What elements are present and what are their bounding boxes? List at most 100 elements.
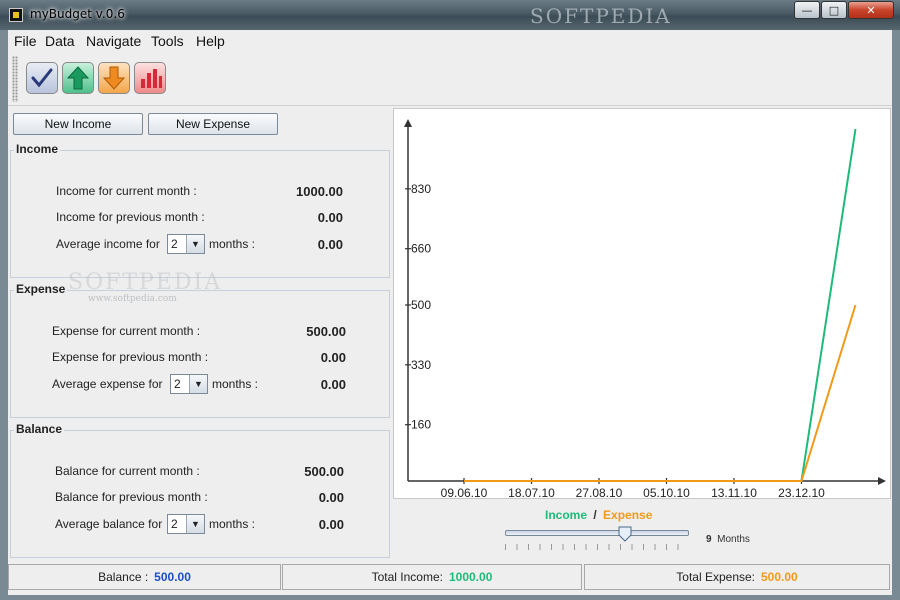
x-tick-label: 13.11.10 [711,486,757,498]
menu-navigate[interactable]: Navigate [86,33,141,49]
income-previous-value: 0.00 [317,210,343,225]
months-slider-thumb[interactable] [618,526,632,542]
minimize-button[interactable]: — [794,1,820,19]
legend-income: Income [545,508,588,522]
x-tick-label: 05.10.10 [643,486,690,498]
x-tick-label: 23.12.10 [778,486,825,498]
status-balance: Balance : 500.00 [8,564,281,590]
y-axis-arrow [404,119,412,127]
maximize-icon: □ [828,3,840,17]
bar-chart-icon [141,69,162,88]
chart-panel: 160 330 500 660 830 09.06.10 18.07.10 27.08.10 0… [393,108,891,500]
close-button[interactable]: ✕ [848,1,894,19]
series-line-income [464,128,857,482]
menu-file[interactable]: File [14,33,37,49]
expense-current-label: Expense for current month : [52,324,201,338]
y-tick-label: 160 [411,418,431,432]
status-expense-label: Total Expense: [676,570,755,584]
expense-average-value: 0.00 [320,377,346,392]
balance-months-value: 2 [171,517,178,531]
balance-current-value: 500.00 [304,464,344,479]
expense-months-select[interactable]: 2 ▼ [170,374,208,394]
line-chart: 160 330 500 660 830 09.06.10 18.07.10 27.08.10 0… [404,119,886,500]
x-tick-label: 27.08.10 [576,486,623,498]
balance-months-suffix: months : [209,517,256,531]
window-controls: — □ ✕ [793,1,894,19]
income-average-label: Average income for [56,237,160,251]
toolbar-check-button[interactable] [26,62,58,94]
expense-current-value: 500.00 [306,324,346,339]
x-tick-label: 18.07.10 [508,486,555,498]
income-average-value: 0.00 [317,237,343,252]
chevron-down-icon[interactable]: ▼ [186,515,204,533]
expense-months-suffix: months : [212,377,259,391]
income-group-title: Income [14,142,61,156]
toolbar-expense-button[interactable] [98,62,130,94]
expense-previous-label: Expense for previous month : [52,350,209,364]
income-previous-label: Income for previous month : [56,210,205,224]
balance-current-label: Balance for current month : [55,464,200,478]
menu-help[interactable]: Help [196,33,225,49]
toolbar-chart-button[interactable] [134,62,166,94]
status-total-income: Total Income: 1000.00 [282,564,582,590]
legend-separator: / [593,508,597,522]
status-balance-label: Balance : [98,570,149,584]
balance-previous-label: Balance for previous month : [55,490,208,504]
expense-previous-value: 0.00 [320,350,346,365]
x-tick-label: 09.06.10 [441,486,488,498]
new-expense-button[interactable]: New Expense [148,113,278,135]
status-income-label: Total Income: [371,570,443,584]
new-income-button[interactable]: New Income [13,113,143,135]
y-tick-label: 330 [411,358,431,372]
expense-average-label: Average expense for [52,377,163,391]
income-months-suffix: months : [209,237,256,251]
menu-tools[interactable]: Tools [151,33,184,49]
balance-group-title: Balance [14,422,65,436]
app-icon[interactable] [9,8,23,22]
income-current-value: 1000.00 [296,184,343,199]
chevron-down-icon[interactable]: ▼ [189,375,207,393]
menu-bar: File Data Navigate Tools Help [8,30,892,52]
months-slider-ticks [505,544,689,550]
months-slider-track[interactable] [505,530,689,536]
maximize-button[interactable]: □ [821,1,847,19]
income-months-select[interactable]: 2 ▼ [167,234,205,254]
months-readout: 9 Months [706,534,750,545]
x-axis-arrow [878,477,886,485]
status-income-value: 1000.00 [448,570,493,584]
menu-data[interactable]: Data [45,33,75,49]
main-window: File Data Navigate Tools Help New Income… [8,30,892,595]
months-unit: Months [717,534,750,545]
income-current-label: Income for current month : [56,184,197,198]
close-icon: ✕ [866,3,876,17]
status-balance-value: 500.00 [154,570,191,584]
minimize-icon: — [801,3,813,17]
window-title: myBudget v.0.6 [30,7,125,21]
balance-months-select[interactable]: 2 ▼ [167,514,205,534]
check-icon [31,68,53,88]
chevron-down-icon[interactable]: ▼ [186,235,204,253]
toolbar-grip[interactable] [12,56,18,102]
title-bar: myBudget v.0.6 SOFTPEDIA — □ ✕ [0,0,900,30]
status-expense-value: 500.00 [761,570,798,584]
down-arrow-icon [102,66,126,90]
status-total-expense: Total Expense: 500.00 [584,564,890,590]
chart-legend: Income / Expense [545,508,652,522]
series-line-expense [464,304,857,482]
toolbar-income-button[interactable] [62,62,94,94]
up-arrow-icon [66,66,90,90]
expense-group-title: Expense [14,282,68,296]
softpedia-watermark-url: www.softpedia.com [88,294,177,304]
softpedia-watermark: SOFTPEDIA [530,4,672,28]
y-tick-label: 500 [411,298,431,312]
y-tick-label: 660 [411,242,431,256]
months-value: 9 [706,534,712,545]
y-tick-label: 830 [411,182,431,196]
income-months-value: 2 [171,237,178,251]
softpedia-watermark-logo: SOFTPEDIA [68,270,223,295]
expense-months-value: 2 [174,377,181,391]
balance-average-label: Average balance for [55,517,163,531]
toolbar [8,52,892,106]
balance-previous-value: 0.00 [318,490,344,505]
legend-expense: Expense [603,508,653,522]
